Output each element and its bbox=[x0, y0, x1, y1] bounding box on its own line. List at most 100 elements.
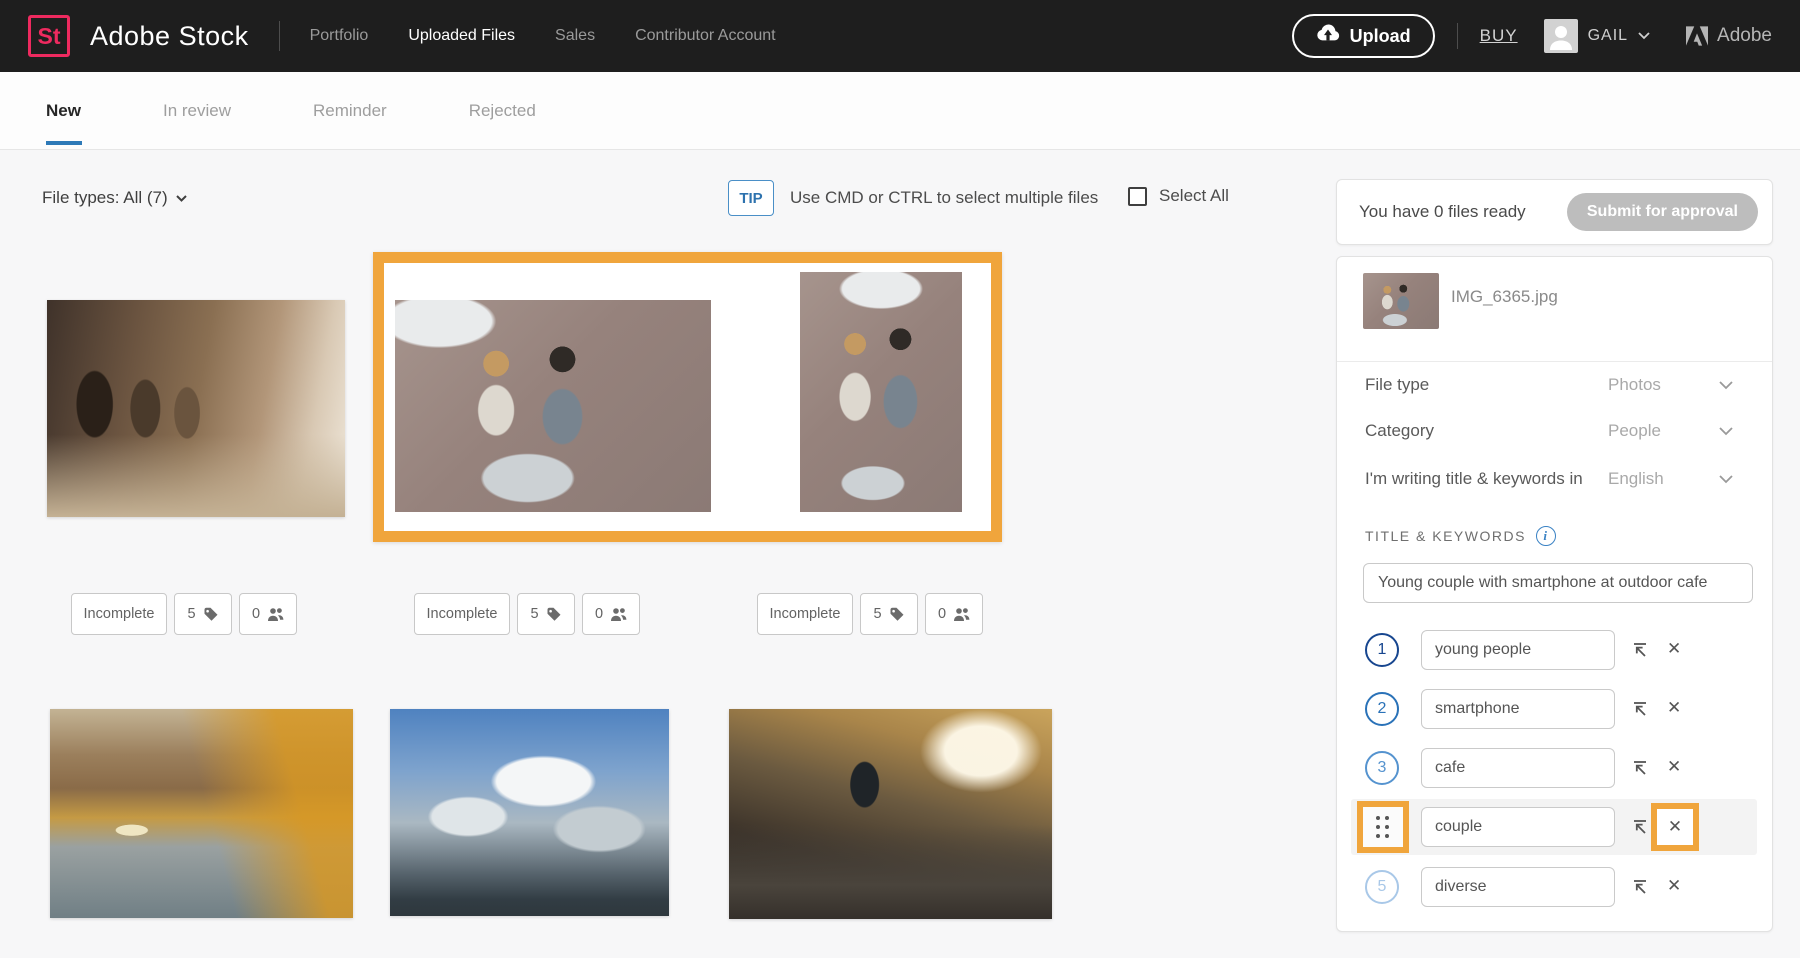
keyword-rank-circle: 3 bbox=[1365, 751, 1399, 785]
tab-reminder[interactable]: Reminder bbox=[313, 72, 387, 149]
file-status-badges: Incomplete 5 0 bbox=[414, 593, 640, 635]
chevron-down-icon bbox=[176, 195, 187, 202]
status-badge[interactable]: Incomplete bbox=[757, 593, 853, 635]
status-badge[interactable]: Incomplete bbox=[414, 593, 510, 635]
file-type-value: Photos bbox=[1608, 375, 1661, 395]
drag-handle-highlight[interactable] bbox=[1357, 801, 1409, 853]
thumbnail-autumn-lake-canoe[interactable] bbox=[50, 709, 353, 918]
main-nav: Portfolio Uploaded Files Sales Contribut… bbox=[310, 27, 776, 45]
keyword-count: 5 bbox=[873, 606, 881, 622]
keyword-input[interactable] bbox=[1421, 867, 1615, 907]
user-menu[interactable]: GAIL bbox=[1544, 19, 1650, 53]
people-icon bbox=[267, 607, 284, 622]
title-keywords-section-header: TITLE & KEYWORDS i bbox=[1365, 526, 1556, 546]
thumbnail-couple-cafe-portrait[interactable] bbox=[800, 272, 962, 512]
tag-icon bbox=[203, 606, 219, 622]
drag-handle-icon bbox=[1376, 816, 1390, 839]
upload-button[interactable]: Upload bbox=[1292, 14, 1435, 58]
file-type-label: File type bbox=[1365, 375, 1429, 395]
file-status-badges: Incomplete 5 0 bbox=[757, 593, 983, 635]
keyword-row: 2 ✕ bbox=[1337, 689, 1772, 729]
info-icon[interactable]: i bbox=[1536, 526, 1556, 546]
remove-keyword-icon[interactable]: ✕ bbox=[1667, 876, 1681, 896]
tab-rejected[interactable]: Rejected bbox=[469, 72, 536, 149]
model-count: 0 bbox=[595, 606, 603, 622]
buy-link[interactable]: BUY bbox=[1480, 26, 1518, 46]
move-to-top-icon[interactable] bbox=[1631, 641, 1649, 659]
model-count: 0 bbox=[938, 606, 946, 622]
tab-new[interactable]: New bbox=[46, 72, 81, 149]
keyword-input[interactable] bbox=[1421, 630, 1615, 670]
keyword-rank-circle: 5 bbox=[1365, 870, 1399, 904]
user-name: GAIL bbox=[1588, 27, 1628, 45]
file-type-dropdown[interactable]: File type Photos bbox=[1337, 368, 1772, 402]
thumbnail-cyclist-road[interactable] bbox=[729, 709, 1052, 919]
chevron-down-icon bbox=[1719, 427, 1733, 436]
nav-uploaded-files[interactable]: Uploaded Files bbox=[408, 27, 515, 45]
status-tabs: New In review Reminder Rejected bbox=[0, 72, 1800, 150]
remove-keyword-icon: ✕ bbox=[1668, 817, 1682, 837]
move-to-top-icon[interactable] bbox=[1631, 818, 1649, 836]
tag-icon bbox=[889, 606, 905, 622]
remove-keyword-icon[interactable]: ✕ bbox=[1667, 757, 1681, 777]
files-ready-text: You have 0 files ready bbox=[1359, 202, 1526, 222]
keyword-count-badge[interactable]: 5 bbox=[517, 593, 575, 635]
language-dropdown[interactable]: I'm writing title & keywords in English bbox=[1337, 462, 1772, 496]
keyword-rank-circle: 2 bbox=[1365, 692, 1399, 726]
keyword-count-badge[interactable]: 5 bbox=[174, 593, 232, 635]
model-count-badge[interactable]: 0 bbox=[925, 593, 983, 635]
model-count-badge[interactable]: 0 bbox=[582, 593, 640, 635]
file-types-filter[interactable]: File types: All (7) bbox=[42, 188, 187, 208]
select-all-control[interactable]: Select All bbox=[1128, 186, 1229, 206]
panel-divider bbox=[1337, 361, 1772, 362]
model-count-badge[interactable]: 0 bbox=[239, 593, 297, 635]
upload-button-label: Upload bbox=[1350, 26, 1411, 47]
language-value: English bbox=[1608, 469, 1664, 489]
thumbnail-stone-archway[interactable] bbox=[47, 300, 345, 517]
nav-sales[interactable]: Sales bbox=[555, 27, 595, 45]
tab-in-review[interactable]: In review bbox=[163, 72, 231, 149]
adobe-logo-label: Adobe bbox=[1717, 25, 1772, 47]
ready-summary-card: You have 0 files ready Submit for approv… bbox=[1336, 179, 1773, 245]
chevron-down-icon bbox=[1719, 381, 1733, 390]
keyword-count-badge[interactable]: 5 bbox=[860, 593, 918, 635]
category-label: Category bbox=[1365, 421, 1434, 441]
keyword-input[interactable] bbox=[1421, 748, 1615, 788]
nav-portfolio[interactable]: Portfolio bbox=[310, 27, 369, 45]
adobe-corporate-logo[interactable]: Adobe bbox=[1686, 25, 1772, 47]
move-to-top-icon[interactable] bbox=[1631, 700, 1649, 718]
keyword-row: 3 ✕ bbox=[1337, 748, 1772, 788]
keyword-row: 1 ✕ bbox=[1337, 630, 1772, 670]
keyword-input[interactable] bbox=[1421, 689, 1615, 729]
file-types-label: File types: All (7) bbox=[42, 188, 168, 208]
keyword-rank-circle: 1 bbox=[1365, 633, 1399, 667]
submit-for-approval-button[interactable]: Submit for approval bbox=[1567, 193, 1758, 231]
keyword-input[interactable] bbox=[1421, 807, 1615, 847]
adobe-stock-logo[interactable]: St bbox=[28, 15, 70, 57]
file-status-badges: Incomplete 5 0 bbox=[71, 593, 297, 635]
thumbnail-couple-cafe-landscape[interactable] bbox=[395, 300, 711, 512]
section-title-text: TITLE & KEYWORDS bbox=[1365, 528, 1526, 544]
model-count: 0 bbox=[252, 606, 260, 622]
tip-text: Use CMD or CTRL to select multiple files bbox=[790, 188, 1098, 208]
select-all-checkbox[interactable] bbox=[1128, 187, 1147, 206]
selected-filename: IMG_6365.jpg bbox=[1451, 287, 1558, 307]
selected-file-thumbnail[interactable] bbox=[1363, 273, 1439, 329]
title-input[interactable] bbox=[1363, 563, 1753, 603]
move-to-top-icon[interactable] bbox=[1631, 759, 1649, 777]
move-to-top-icon[interactable] bbox=[1631, 878, 1649, 896]
nav-contributor-account[interactable]: Contributor Account bbox=[635, 27, 776, 45]
tip-badge: TIP bbox=[728, 180, 774, 216]
category-value: People bbox=[1608, 421, 1661, 441]
remove-keyword-icon[interactable]: ✕ bbox=[1667, 698, 1681, 718]
remove-keyword-highlight[interactable]: ✕ bbox=[1651, 803, 1699, 851]
language-label: I'm writing title & keywords in bbox=[1365, 469, 1583, 489]
category-dropdown[interactable]: Category People bbox=[1337, 414, 1772, 448]
file-detail-panel: IMG_6365.jpg File type Photos Category P… bbox=[1336, 256, 1773, 932]
thumbnail-storm-clouds-lake[interactable] bbox=[390, 709, 669, 916]
header-divider bbox=[1457, 23, 1458, 49]
status-badge[interactable]: Incomplete bbox=[71, 593, 167, 635]
remove-keyword-icon[interactable]: ✕ bbox=[1667, 639, 1681, 659]
avatar bbox=[1544, 19, 1578, 53]
top-header: St Adobe Stock Portfolio Uploaded Files … bbox=[0, 0, 1800, 72]
